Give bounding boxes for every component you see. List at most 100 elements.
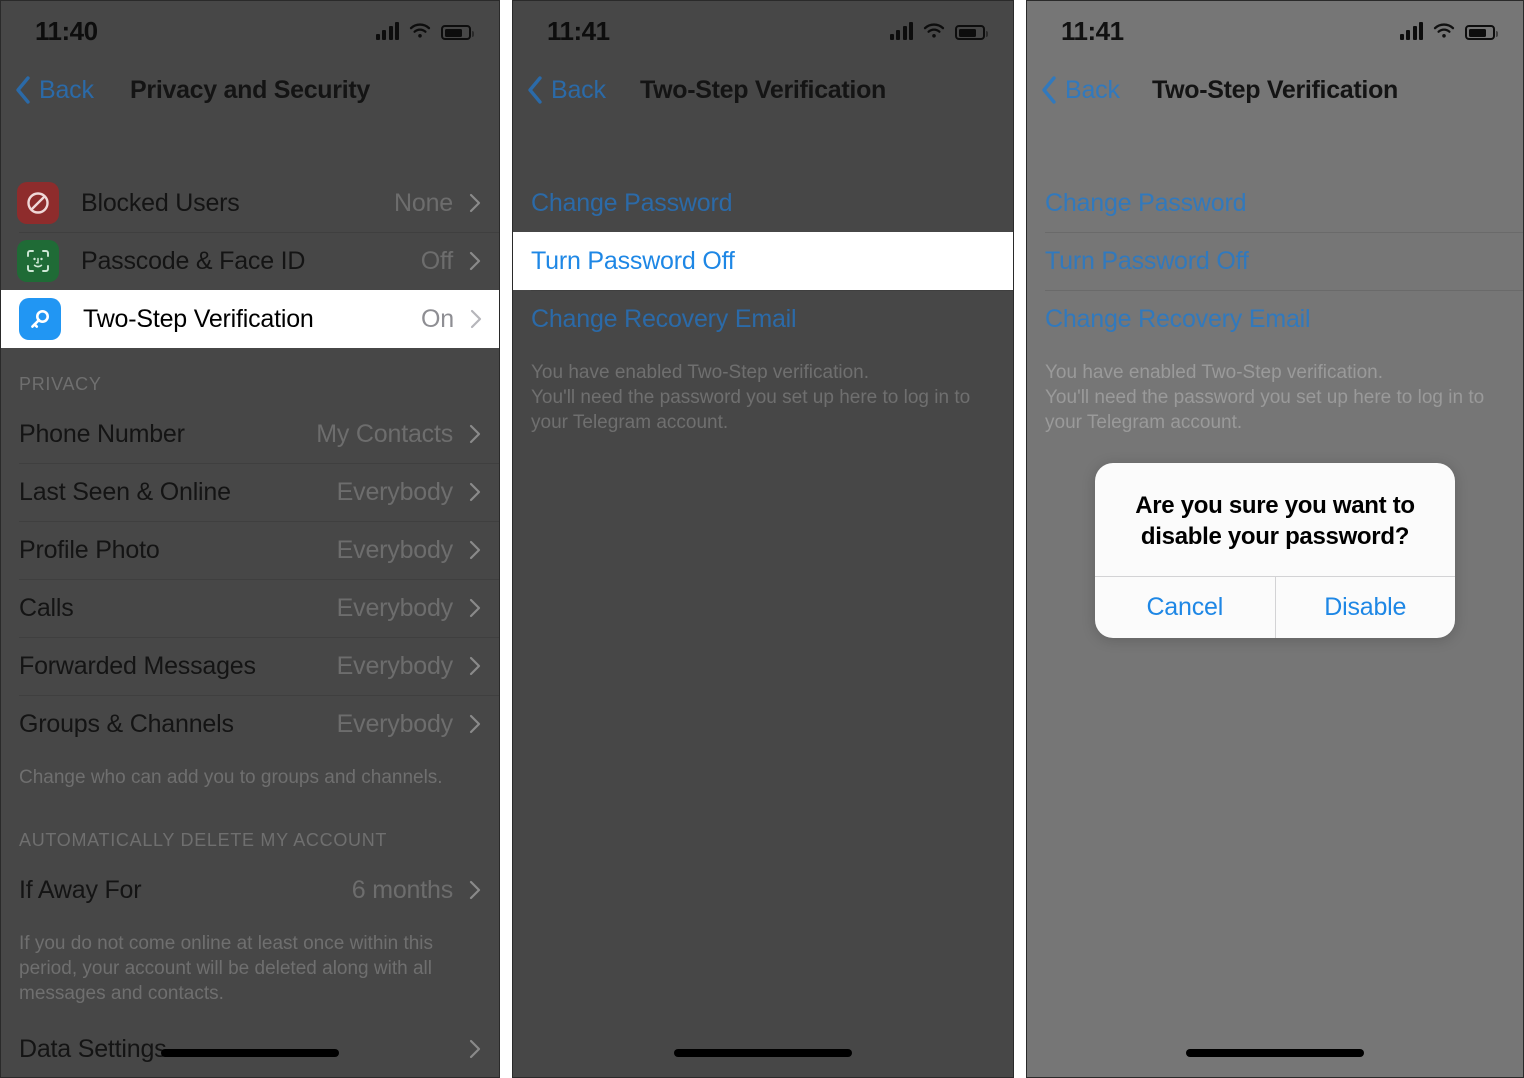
link-turn-password-off[interactable]: Turn Password Off (1027, 232, 1523, 290)
row-value: Off (420, 246, 453, 275)
chevron-right-icon (470, 309, 482, 329)
privacy-group: Phone Number My Contacts Last Seen & Onl… (1, 405, 499, 753)
cellular-signal-icon (1399, 22, 1423, 40)
two-step-links-group: Change Password Turn Password Off Change… (1027, 174, 1523, 348)
back-label: Back (39, 75, 94, 104)
two-step-links-group: Change Password Turn Password Off Change… (513, 174, 1013, 348)
row-if-away-for[interactable]: If Away For 6 months (1, 861, 499, 919)
chevron-left-icon (16, 76, 30, 104)
chevron-right-icon (469, 251, 481, 271)
row-label: Phone Number (19, 419, 185, 448)
top-spacer (1, 119, 499, 174)
disable-button[interactable]: Disable (1274, 577, 1456, 639)
home-indicator[interactable] (1186, 1049, 1364, 1057)
chevron-right-icon (469, 540, 481, 560)
chevron-left-icon (528, 76, 542, 104)
phone-panel-two-step-verification-alert: 11:41 Back Two-Step Verification Change … (1026, 0, 1524, 1078)
row-two-step-verification[interactable]: Two-Step Verification On (1, 290, 499, 348)
privacy-section-header: PRIVACY (19, 374, 102, 394)
alert-actions: Cancel Disable (1095, 576, 1456, 639)
back-label: Back (551, 75, 606, 104)
row-label: If Away For (19, 875, 142, 904)
chevron-right-icon (469, 598, 481, 618)
row-passcode-face-id[interactable]: Passcode & Face ID Off (1, 232, 499, 290)
cancel-button[interactable]: Cancel (1095, 577, 1275, 638)
row-value: On (421, 304, 454, 333)
row-value: Everybody (336, 535, 454, 564)
nav-bar: Back Two-Step Verification (1027, 61, 1523, 119)
row-value: My Contacts (316, 419, 453, 448)
row-blocked-users[interactable]: Blocked Users None (1, 174, 499, 232)
delete-section-header: AUTOMATICALLY DELETE MY ACCOUNT (19, 830, 388, 851)
back-button[interactable]: Back (15, 76, 94, 105)
row-value: Everybody (336, 477, 454, 506)
chevron-right-icon (469, 714, 481, 734)
delete-group: If Away For 6 months (1, 861, 499, 919)
back-button[interactable]: Back (527, 76, 606, 105)
row-label: Groups & Channels (19, 709, 234, 738)
row-last-seen-online[interactable]: Last Seen & Online Everybody (1, 463, 499, 521)
top-spacer (1027, 119, 1523, 174)
home-indicator[interactable] (674, 1049, 852, 1057)
panel-gap-1 (500, 0, 512, 1078)
row-label: Profile Photo (19, 535, 160, 564)
wifi-icon (1433, 23, 1455, 38)
status-clock: 11:41 (547, 15, 610, 46)
chevron-right-icon (469, 193, 481, 213)
phone-panel-privacy-and-security: 11:40 Back Privacy and Security Blocked … (0, 0, 500, 1078)
disable-password-alert: Are you sure you want to disable your pa… (1095, 463, 1456, 639)
link-change-password[interactable]: Change Password (513, 174, 1013, 232)
chevron-right-icon (469, 1040, 481, 1059)
row-value: 6 months (351, 875, 453, 904)
status-bar: 11:41 (513, 1, 1013, 61)
alert-overlay: Are you sure you want to disable your pa… (1027, 463, 1523, 639)
nav-bar: Back Two-Step Verification (513, 61, 1013, 119)
home-indicator[interactable] (161, 1049, 339, 1057)
cellular-signal-icon (889, 22, 913, 40)
row-groups-channels[interactable]: Groups & Channels Everybody (1, 695, 499, 753)
status-clock: 11:41 (1061, 15, 1124, 46)
link-change-password[interactable]: Change Password (1027, 174, 1523, 232)
row-value: Everybody (336, 593, 454, 622)
top-spacer (513, 119, 1013, 174)
row-value: Everybody (336, 651, 454, 680)
row-label: Passcode & Face ID (81, 246, 306, 275)
row-label: Two-Step Verification (83, 304, 314, 333)
link-change-recovery-email[interactable]: Change Recovery Email (1027, 290, 1523, 348)
link-change-recovery-email[interactable]: Change Recovery Email (513, 290, 1013, 348)
back-button[interactable]: Back (1041, 76, 1120, 105)
wifi-icon (923, 23, 945, 38)
status-clock: 11:40 (35, 15, 98, 46)
row-profile-photo[interactable]: Profile Photo Everybody (1, 521, 499, 579)
battery-icon (1465, 25, 1498, 40)
row-value: None (394, 188, 453, 217)
row-label: Forwarded Messages (19, 651, 256, 680)
row-forwarded-messages[interactable]: Forwarded Messages Everybody (1, 637, 499, 695)
nav-bar: Back Privacy and Security (1, 61, 499, 119)
privacy-footnote: Change who can add you to groups and cha… (19, 767, 443, 788)
battery-icon (441, 25, 474, 40)
link-turn-password-off[interactable]: Turn Password Off (513, 232, 1013, 290)
row-label: Last Seen & Online (19, 477, 231, 506)
row-label: Calls (19, 593, 74, 622)
chevron-right-icon (469, 656, 481, 676)
status-bar: 11:40 (1, 1, 499, 61)
security-group: Blocked Users None Passcode & Face ID Of… (1, 174, 499, 348)
phone-panel-two-step-verification-highlight: 11:41 Back Two-Step Verification Change … (512, 0, 1014, 1078)
status-icons (375, 22, 474, 40)
back-label: Back (1065, 75, 1120, 104)
row-label: Blocked Users (81, 188, 240, 217)
key-icon (19, 298, 61, 340)
chevron-right-icon (469, 880, 481, 900)
status-icons (889, 22, 988, 40)
blocked-users-icon (17, 182, 59, 224)
status-icons (1399, 22, 1498, 40)
row-phone-number[interactable]: Phone Number My Contacts (1, 405, 499, 463)
wifi-icon (409, 23, 431, 38)
panel-gap-2 (1014, 0, 1026, 1078)
two-step-footnote: You have enabled Two-Step verification. … (1045, 362, 1485, 434)
alert-title: Are you sure you want to disable your pa… (1135, 492, 1415, 550)
three-panel-screenshot: 11:40 Back Privacy and Security Blocked … (0, 0, 1524, 1078)
chevron-right-icon (469, 482, 481, 502)
row-calls[interactable]: Calls Everybody (1, 579, 499, 637)
